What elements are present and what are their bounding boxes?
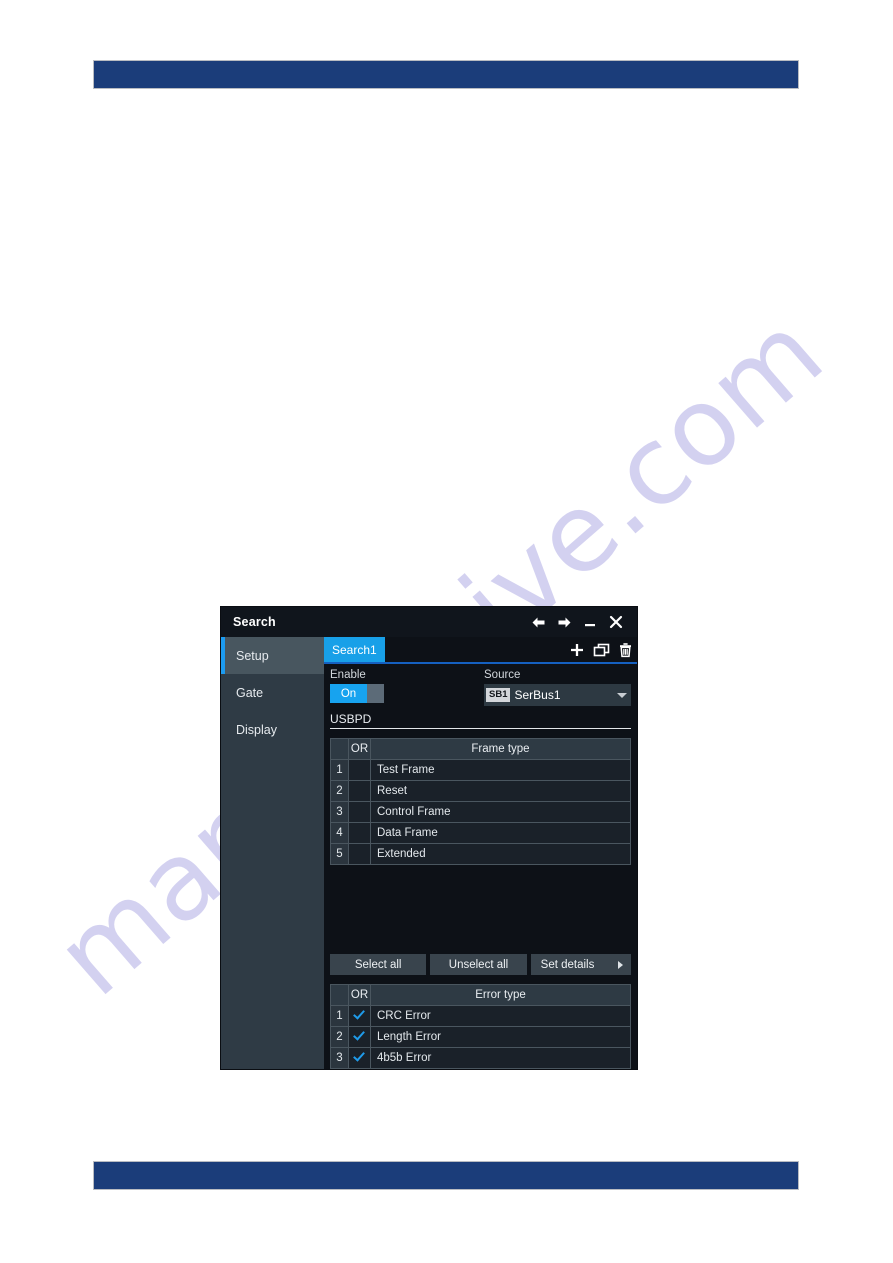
row-index: 4	[330, 822, 349, 844]
arrow-right-icon	[617, 960, 623, 969]
row-index: 3	[330, 1047, 349, 1069]
table-row[interactable]: 2 Length Error	[330, 1026, 631, 1048]
table-header-row: OR Frame type	[330, 738, 631, 760]
row-checkbox[interactable]	[348, 1026, 371, 1048]
row-label[interactable]: Control Frame	[370, 801, 631, 823]
frame-action-buttons: Select all Unselect all Set details	[330, 954, 631, 975]
row-checkbox[interactable]	[348, 801, 371, 823]
source-select[interactable]: SB1 SerBus1	[484, 684, 631, 706]
error-type-table-block: OR Error type 1 CRC Error 2 Length Error…	[330, 984, 631, 1069]
source-value: SerBus1	[514, 688, 561, 702]
error-or-header: OR	[348, 984, 371, 1006]
forward-arrow-icon[interactable]	[551, 610, 577, 634]
select-all-button[interactable]: Select all	[330, 954, 427, 975]
add-icon[interactable]	[565, 637, 589, 662]
sidebar-item-gate[interactable]: Gate	[221, 674, 324, 711]
enable-label: Enable	[330, 669, 366, 681]
table-row[interactable]: 1 Test Frame	[330, 759, 631, 781]
table-row[interactable]: 5 Extended	[330, 843, 631, 865]
frame-type-table: OR Frame type 1 Test Frame 2 Reset 3 Con…	[330, 738, 631, 865]
row-checkbox[interactable]	[348, 1005, 371, 1027]
sidebar-item-label: Display	[236, 722, 277, 737]
back-arrow-icon[interactable]	[525, 610, 551, 634]
row-label[interactable]: Length Error	[370, 1026, 631, 1048]
setup-panel: Enable On Source SB1 SerBus1 USBPD OR Fr…	[324, 664, 637, 1069]
row-label[interactable]: CRC Error	[370, 1005, 631, 1027]
delete-icon[interactable]	[613, 637, 637, 662]
dialog-content: Search1 Enable On Source SB1 SerBus1 USB…	[324, 637, 637, 1069]
table-row[interactable]: 2 Reset	[330, 780, 631, 802]
enable-toggle[interactable]: On	[330, 684, 384, 703]
tab-strip-spacer	[385, 637, 565, 662]
dialog-sidebar: Setup Gate Display	[221, 637, 324, 1069]
tab-label: Search1	[332, 642, 377, 657]
row-label[interactable]: Reset	[370, 780, 631, 802]
frame-or-header: OR	[348, 738, 371, 760]
source-field: Source SB1 SerBus1	[484, 669, 631, 706]
error-index-header	[330, 984, 349, 1006]
dialog-body: Setup Gate Display Search1 Enable On Sou…	[221, 637, 637, 1069]
row-label[interactable]: Test Frame	[370, 759, 631, 781]
search-dialog-window: Search Setup Gate Display Search1 Enable…	[221, 607, 637, 1069]
row-checkbox[interactable]	[348, 1047, 371, 1069]
table-row[interactable]: 1 CRC Error	[330, 1005, 631, 1027]
table-row[interactable]: 3 Control Frame	[330, 801, 631, 823]
dialog-title-bar: Search	[221, 607, 637, 637]
sidebar-item-setup[interactable]: Setup	[221, 637, 324, 674]
chevron-down-icon[interactable]	[617, 692, 627, 698]
tab-strip: Search1	[324, 637, 637, 664]
row-index: 3	[330, 801, 349, 823]
sidebar-item-display[interactable]: Display	[221, 711, 324, 748]
error-name-header: Error type	[370, 984, 631, 1006]
enable-toggle-state: On	[330, 684, 367, 703]
dialog-title: Search	[233, 615, 276, 629]
row-label[interactable]: Extended	[370, 843, 631, 865]
protocol-label: USBPD	[330, 712, 631, 729]
sidebar-item-label: Setup	[236, 648, 269, 663]
duplicate-icon[interactable]	[589, 637, 613, 662]
tab-actions	[565, 637, 637, 662]
check-icon	[353, 1029, 366, 1042]
row-index: 5	[330, 843, 349, 865]
page-header-bar	[93, 60, 799, 89]
close-icon[interactable]	[603, 610, 629, 634]
table-header-row: OR Error type	[330, 984, 631, 1006]
enable-field: Enable On	[330, 669, 484, 703]
tab-search1[interactable]: Search1	[324, 637, 385, 662]
minimize-icon[interactable]	[577, 610, 603, 634]
error-type-table: OR Error type 1 CRC Error 2 Length Error…	[330, 984, 631, 1069]
page-footer-bar	[93, 1161, 799, 1190]
row-checkbox[interactable]	[348, 843, 371, 865]
row-checkbox[interactable]	[348, 822, 371, 844]
row-label[interactable]: 4b5b Error	[370, 1047, 631, 1069]
set-details-button[interactable]: Set details	[530, 954, 631, 975]
sidebar-item-label: Gate	[236, 685, 264, 700]
check-icon	[353, 1008, 366, 1021]
panel-spacer	[330, 865, 631, 950]
frame-type-table-block: OR Frame type 1 Test Frame 2 Reset 3 Con…	[330, 738, 631, 865]
row-label[interactable]: Data Frame	[370, 822, 631, 844]
row-index: 2	[330, 780, 349, 802]
row-checkbox[interactable]	[348, 759, 371, 781]
frame-index-header	[330, 738, 349, 760]
table-row[interactable]: 4 Data Frame	[330, 822, 631, 844]
set-details-label: Set details	[540, 958, 595, 971]
row-index: 2	[330, 1026, 349, 1048]
table-row[interactable]: 3 4b5b Error	[330, 1047, 631, 1069]
enable-toggle-knob	[367, 684, 384, 703]
check-icon	[353, 1050, 366, 1063]
frame-name-header: Frame type	[370, 738, 631, 760]
row-index: 1	[330, 1005, 349, 1027]
row-index: 1	[330, 759, 349, 781]
row-checkbox[interactable]	[348, 780, 371, 802]
source-badge: SB1	[486, 688, 511, 702]
source-label: Source	[484, 669, 521, 681]
unselect-all-button[interactable]: Unselect all	[430, 954, 527, 975]
enable-source-row: Enable On Source SB1 SerBus1	[330, 669, 631, 706]
